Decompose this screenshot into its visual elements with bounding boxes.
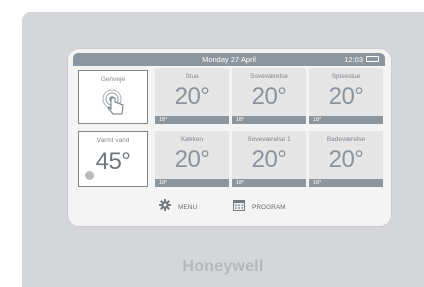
zone-name: Stue: [185, 73, 199, 80]
hot-water-status-dot: [85, 171, 94, 180]
zone-name: Badeværelse: [326, 136, 366, 143]
zone-temperature: 20°: [251, 83, 287, 110]
zone-tile[interactable]: Køkken 20° 18°: [155, 131, 229, 187]
hot-water-tile[interactable]: Varmt vand 45°: [78, 131, 148, 187]
calendar-icon: [233, 198, 245, 216]
zone-tile[interactable]: Stue 20° 18°: [155, 68, 229, 124]
zone-temperature: 20°: [174, 83, 210, 110]
hot-water-label: Varmt vand: [96, 137, 130, 144]
zone-name: Spisestue: [331, 73, 361, 80]
menu-label: MENU: [178, 203, 198, 211]
zone-grid: Genveje Stue 20° 18° Soveværelse 20° 18°…: [73, 66, 385, 190]
zone-setpoint: 18°: [313, 117, 322, 123]
zone-setpoint-bar: 18°: [232, 116, 306, 124]
zone-setpoint-bar: 18°: [232, 179, 306, 187]
program-label: PROGRAM: [252, 203, 286, 211]
bottom-menu-bar: MENU PROGRAM: [73, 198, 385, 216]
zone-setpoint: 18°: [159, 117, 168, 123]
zone-tile[interactable]: Spisestue 20° 18°: [309, 68, 383, 124]
zone-name: Soveværelse: [250, 73, 288, 80]
shortcuts-tile[interactable]: Genveje: [78, 70, 148, 124]
zone-temperature: 20°: [328, 83, 364, 110]
zone-name: Soveværelse 1: [247, 136, 291, 143]
zone-tile[interactable]: Soveværelse 20° 18°: [232, 68, 306, 124]
status-date: Monday 27 April: [202, 55, 256, 64]
shortcuts-label: Genveje: [100, 76, 126, 83]
zone-temperature: 20°: [251, 146, 287, 173]
zone-name: Køkken: [180, 136, 204, 143]
battery-icon: [366, 56, 379, 62]
zone-tile[interactable]: Soveværelse 1 20° 18°: [232, 131, 306, 187]
zone-setpoint-bar: 18°: [309, 179, 383, 187]
zone-temperature: 20°: [328, 146, 364, 173]
zone-setpoint-bar: 18°: [155, 179, 229, 187]
program-button[interactable]: PROGRAM: [233, 200, 286, 214]
zone-setpoint: 18°: [236, 117, 245, 123]
zone-temperature: 20°: [174, 146, 210, 173]
status-time: 12:03: [344, 55, 363, 64]
zone-setpoint: 18°: [313, 180, 322, 186]
gear-icon: [159, 198, 171, 216]
status-bar: Monday 27 April 12:03: [73, 53, 385, 66]
zone-setpoint-bar: 18°: [309, 116, 383, 124]
touch-hand-icon: [102, 89, 130, 117]
brand-logo: Honeywell: [182, 258, 264, 275]
zone-setpoint: 18°: [236, 180, 245, 186]
zone-setpoint-bar: 18°: [155, 116, 229, 124]
zone-setpoint: 18°: [159, 180, 168, 186]
zone-tile[interactable]: Badeværelse 20° 18°: [309, 131, 383, 187]
menu-button[interactable]: MENU: [159, 198, 198, 216]
